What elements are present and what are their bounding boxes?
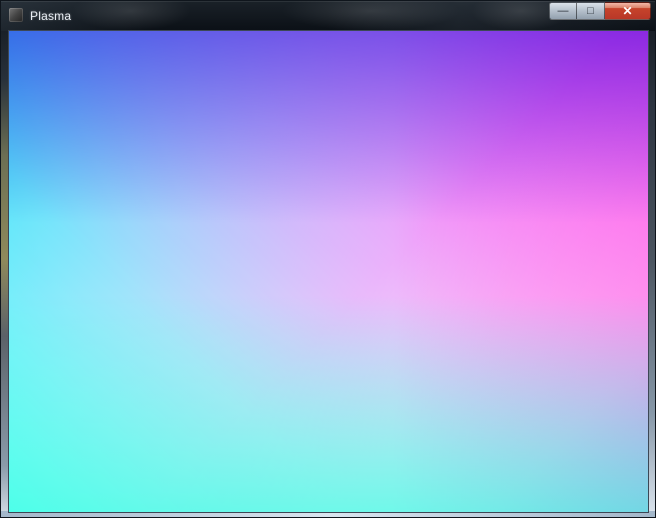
maximize-icon: □: [587, 4, 594, 17]
plasma-canvas-frame: [8, 30, 649, 513]
window-controls: — □ ✕: [549, 2, 651, 20]
close-icon: ✕: [622, 4, 633, 18]
plasma-gradient-overlay: [9, 31, 648, 512]
titlebar-glass-highlight: [71, 1, 191, 31]
app-icon[interactable]: [9, 8, 23, 22]
maximize-button[interactable]: □: [577, 2, 605, 20]
app-window: Plasma — □ ✕: [0, 0, 656, 518]
minimize-button[interactable]: —: [549, 2, 577, 20]
window-left-border: [1, 1, 8, 517]
titlebar-glass-highlight: [281, 1, 461, 31]
close-button[interactable]: ✕: [605, 2, 651, 20]
minimize-icon: —: [557, 4, 569, 17]
window-right-border: [648, 1, 655, 517]
window-title: Plasma: [30, 9, 72, 23]
title-bar[interactable]: Plasma — □ ✕: [1, 1, 655, 31]
